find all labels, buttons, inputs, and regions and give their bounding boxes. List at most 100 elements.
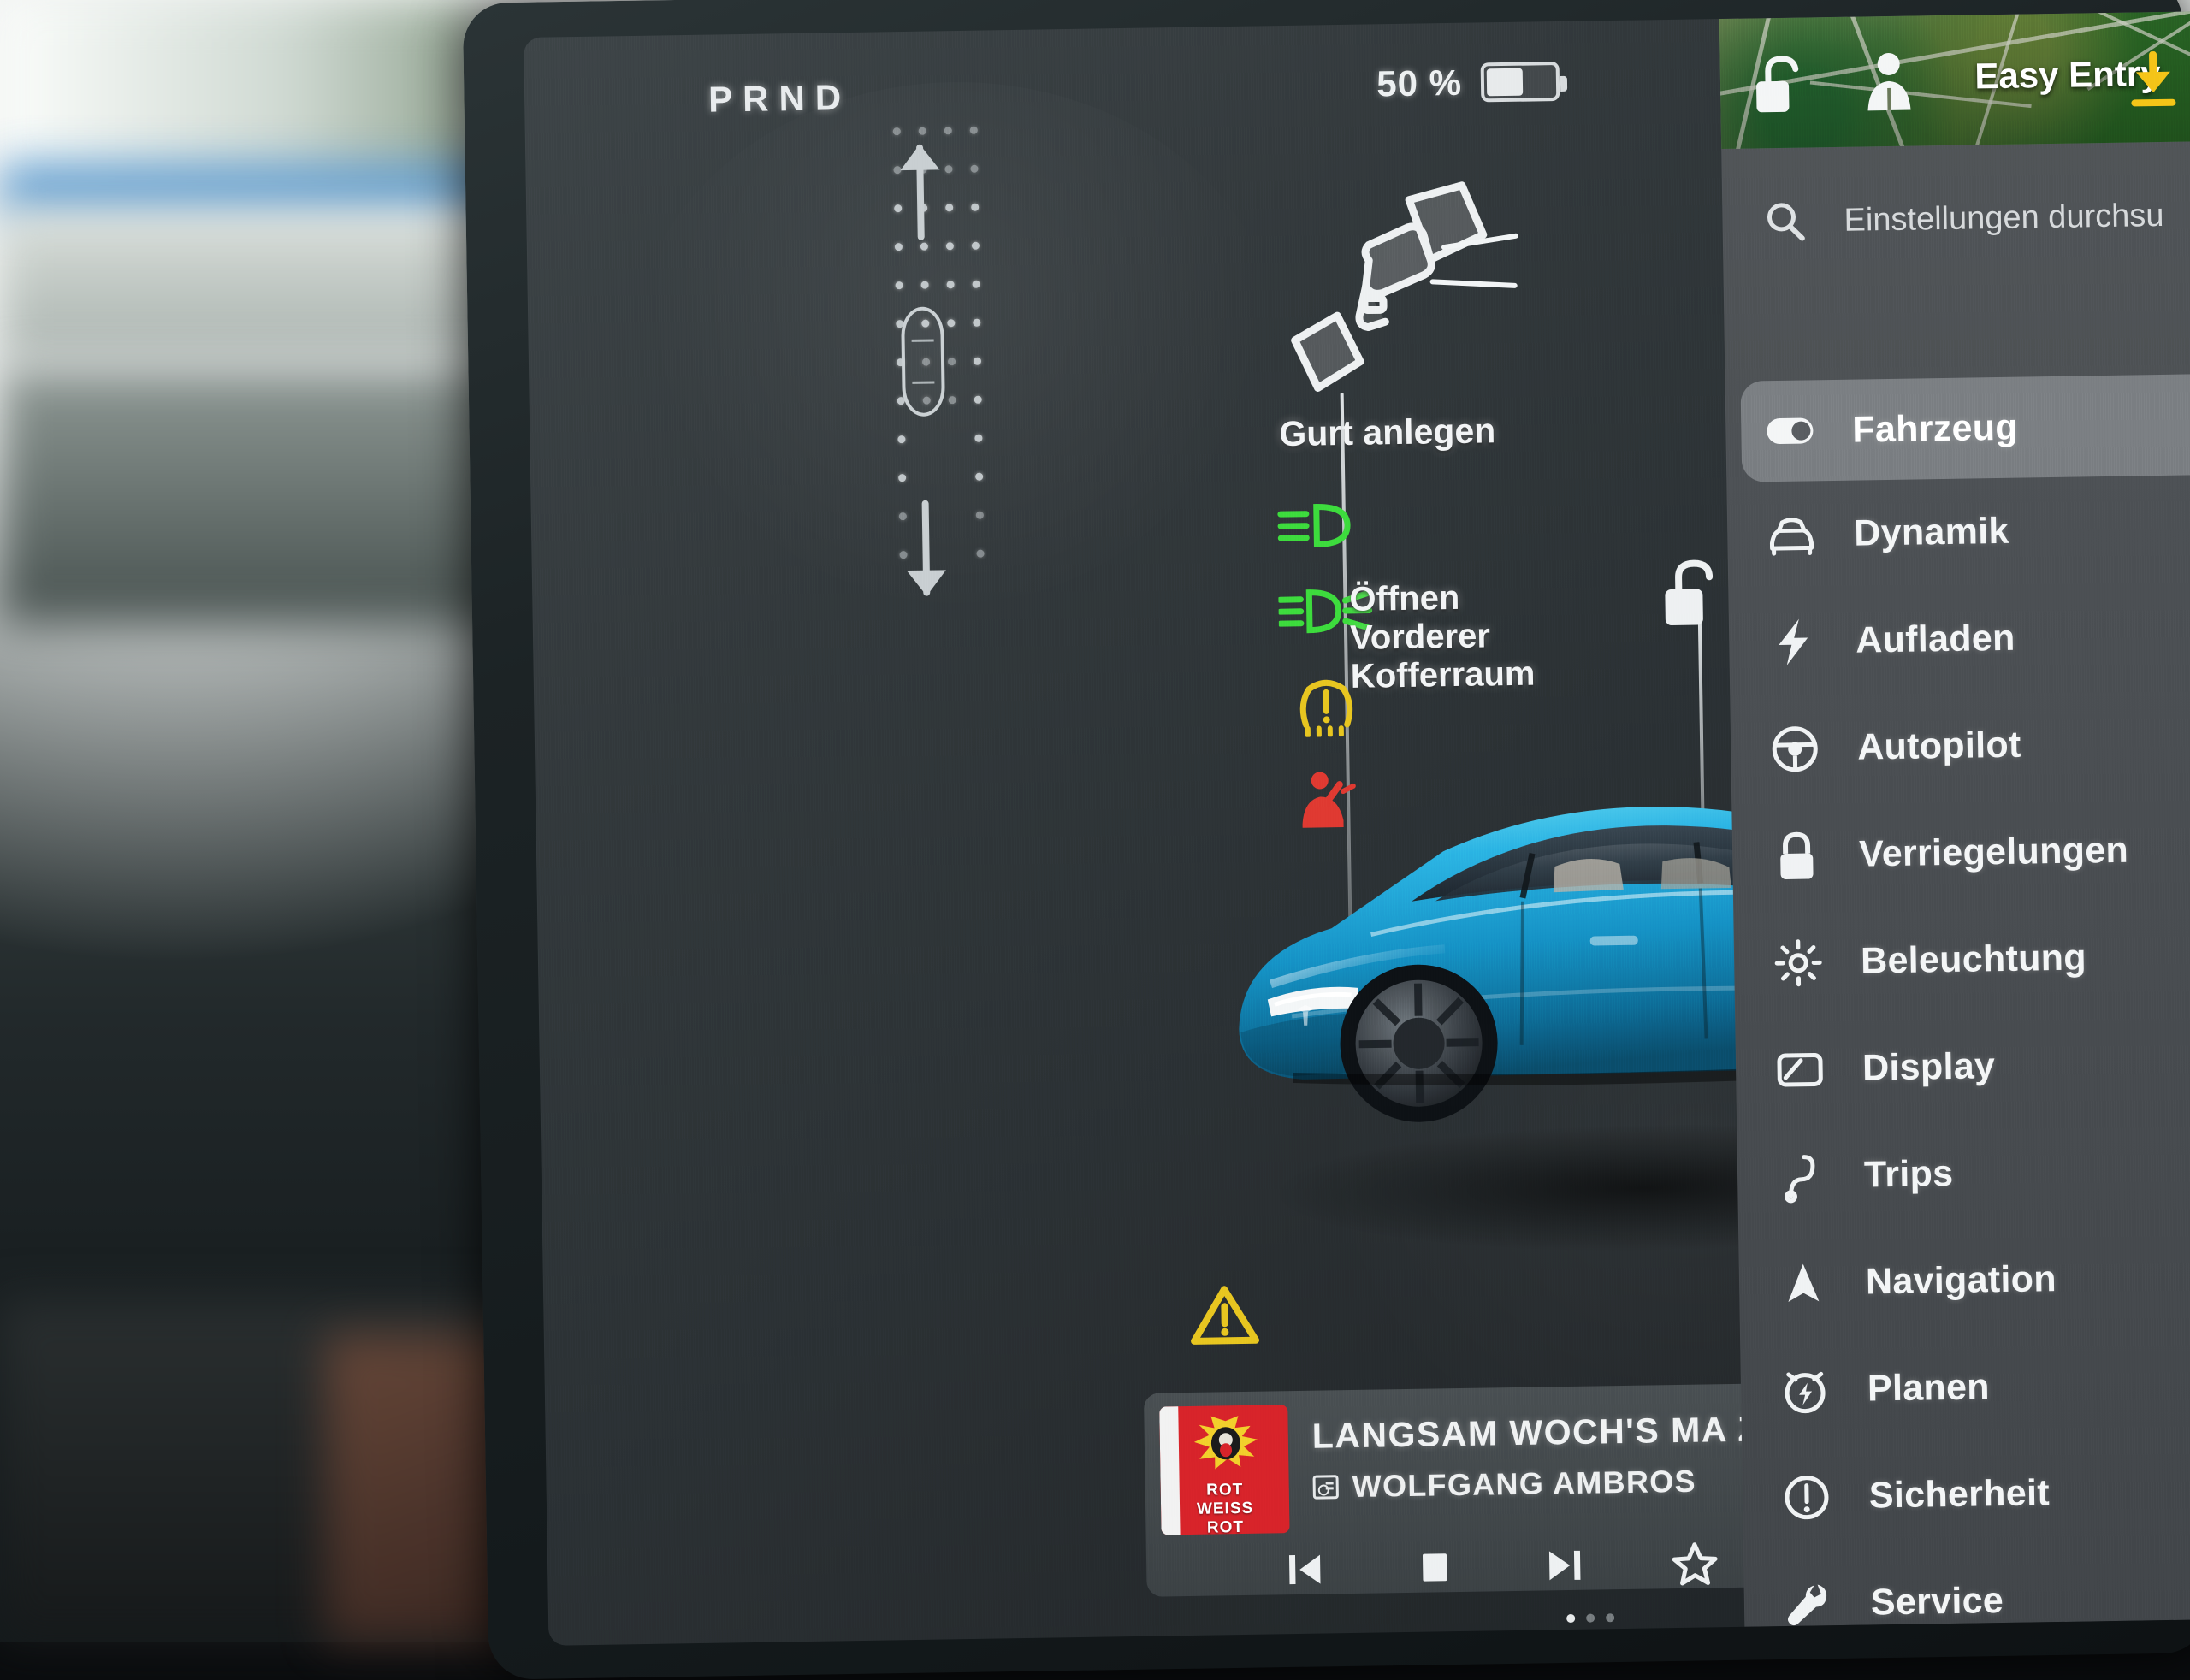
- brightness-sun-icon: [1772, 936, 1826, 990]
- sidebar-item-navigation[interactable]: Navigation: [1738, 1223, 2190, 1338]
- person-icon[interactable]: [1863, 50, 1914, 115]
- page-indicator-dots[interactable]: [1566, 1613, 1614, 1623]
- lane-dot: [896, 281, 903, 289]
- arrow-up-icon: [893, 140, 948, 240]
- battery-percent-label: 50 %: [1376, 62, 1462, 105]
- album-art[interactable]: ROT WEISS ROT: [1159, 1405, 1289, 1535]
- padlock-icon: [1770, 829, 1824, 883]
- lane-dot: [898, 474, 906, 482]
- lane-dot: [974, 358, 981, 365]
- lane-dot: [921, 281, 929, 289]
- alarm-bolt-icon: [1779, 1364, 1832, 1417]
- lane-dot: [949, 396, 956, 404]
- sidebar-item-autopilot[interactable]: Autopilot: [1730, 689, 2190, 803]
- lane-dot: [920, 243, 928, 251]
- sidebar-item-label: Dynamik: [1854, 511, 2009, 555]
- sidebar-item-trips[interactable]: Trips: [1737, 1116, 2190, 1231]
- sidebar-item-label: Beleuchtung: [1861, 937, 2086, 982]
- sidebar-item-label: Sicherheit: [1869, 1472, 2051, 1517]
- front-trunk-line-3: Kofferraum: [1350, 654, 1535, 695]
- sidebar-item-label: Service: [1871, 1580, 2004, 1624]
- sidebar-item-aufladen[interactable]: Aufladen: [1728, 582, 2190, 696]
- album-art-line-2: WEISS: [1161, 1499, 1289, 1519]
- battery-fill: [1487, 68, 1523, 97]
- lane-dot: [947, 319, 955, 327]
- album-art-line-3: ROT: [1161, 1517, 1289, 1535]
- padlock-unlocked-icon[interactable]: [1660, 558, 1722, 629]
- wrench-icon: [1781, 1577, 1835, 1631]
- status-bar: PRND 50 %: [524, 19, 1721, 149]
- lane-dot: [970, 165, 978, 173]
- battery-indicator[interactable]: 50 %: [1376, 61, 1560, 104]
- lane-dot: [973, 319, 980, 327]
- gear-indicator: PRND: [708, 77, 852, 121]
- lane-dot: [944, 127, 952, 134]
- lane-dot: [946, 242, 954, 250]
- sidebar-item-sicherheit[interactable]: Sicherheit: [1742, 1437, 2190, 1552]
- sidebar-item-beleuchtung[interactable]: Beleuchtung: [1733, 902, 2190, 1017]
- sidebar-item-label: Fahrzeug: [1852, 406, 2018, 451]
- sidebar-item-dynamik[interactable]: Dynamik: [1726, 475, 2190, 589]
- toggle-switch-icon: [1763, 404, 1817, 458]
- eagle-emblem-icon: [1185, 1414, 1267, 1482]
- lane-dot: [976, 512, 984, 519]
- favorite-button[interactable]: [1668, 1536, 1722, 1590]
- lane-dot: [974, 435, 982, 442]
- stop-button[interactable]: [1408, 1541, 1462, 1594]
- front-trunk-line-1: Öffnen: [1349, 578, 1534, 619]
- sidebar-item-display[interactable]: Display: [1735, 1009, 2190, 1124]
- sidebar-item-verriegelungen[interactable]: Verriegelungen: [1731, 796, 2190, 910]
- battery-icon: [1481, 62, 1560, 102]
- previous-track-button[interactable]: [1278, 1542, 1332, 1596]
- sidebar-item-label: Verriegelungen: [1859, 830, 2129, 876]
- lane-dot: [971, 204, 979, 211]
- search-input[interactable]: Einstellungen durchsu: [1844, 197, 2164, 239]
- infotainment-screen: PRND 50 %: [524, 11, 2190, 1645]
- arrow-down-icon: [899, 500, 954, 600]
- exclamation-circle-icon: [1780, 1470, 1834, 1524]
- lane-dot: [972, 242, 980, 250]
- settings-search-row[interactable]: Einstellungen durchsu: [1722, 174, 2190, 263]
- display-screen-icon: [1773, 1043, 1827, 1097]
- seatbelt-alert-label: Gurt anlegen: [1279, 411, 1496, 454]
- album-art-line-1: ROT: [1161, 1480, 1289, 1500]
- steering-wheel-icon: [1768, 722, 1822, 776]
- lane-dot: [895, 243, 903, 251]
- lightning-bolt-icon: [1767, 615, 1820, 669]
- lane-dot: [976, 550, 984, 558]
- sidebar-item-label: Display: [1862, 1045, 1996, 1089]
- seatbelt-unbuckled-icon: [1279, 176, 1522, 393]
- door-panel-blur: [0, 368, 530, 624]
- lane-dot: [897, 435, 905, 443]
- ego-vehicle-icon: [901, 306, 945, 417]
- map-header[interactable]: Easy Entry: [1719, 11, 2190, 149]
- radio-icon: [1313, 1475, 1339, 1499]
- artist-name: WOLFGANG AMBROS: [1352, 1464, 1696, 1505]
- sidebar-item-planen[interactable]: Planen: [1740, 1330, 2190, 1445]
- sidebar-item-fahrzeug[interactable]: Fahrzeug: [1740, 374, 2190, 482]
- sidebar-item-label: Navigation: [1866, 1258, 2057, 1303]
- dashboard-blur: [0, 214, 530, 359]
- lane-dot: [919, 127, 926, 135]
- front-trunk-line-2: Vorderer: [1350, 616, 1535, 657]
- lane-dot: [948, 358, 956, 365]
- lane-dot: [970, 127, 978, 134]
- lane-dot: [893, 127, 901, 135]
- sky-reflection-blur: [0, 164, 513, 216]
- lane-dot: [974, 396, 982, 404]
- headlight-low-beam-icon: [1277, 499, 1389, 552]
- settings-nav-list: Fahrzeug Dynamik Aufladen Autopilot Verriege…: [1725, 374, 2190, 1645]
- next-track-button[interactable]: [1538, 1539, 1592, 1593]
- page-dot[interactable]: [1586, 1614, 1595, 1623]
- download-arrow-icon[interactable]: [2127, 51, 2179, 109]
- sidebar-item-label: Aufladen: [1856, 618, 2015, 662]
- page-dot[interactable]: [1566, 1614, 1575, 1623]
- settings-panel: Easy Entry Einstellungen durchsu Fahrzeu…: [1719, 11, 2190, 1626]
- padlock-unlocked-icon[interactable]: [1751, 55, 1805, 115]
- winding-road-icon: [1775, 1150, 1829, 1204]
- car-front-icon: [1765, 508, 1819, 562]
- page-dot[interactable]: [1606, 1613, 1614, 1622]
- sidebar-item-label: Trips: [1864, 1153, 1954, 1197]
- artist-row: WOLFGANG AMBROS: [1312, 1464, 1696, 1505]
- window-blur: [0, 0, 479, 180]
